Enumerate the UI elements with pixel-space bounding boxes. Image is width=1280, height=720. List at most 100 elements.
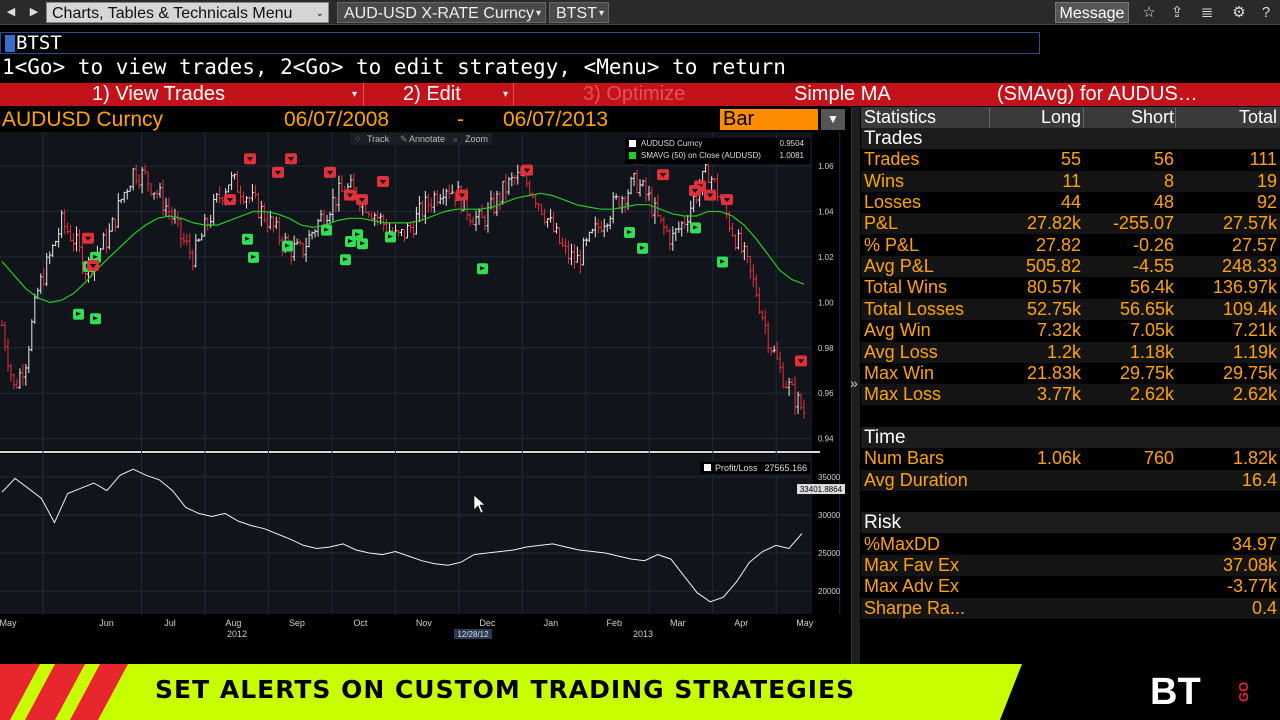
stat-label: % P&L [864, 234, 920, 255]
stats-row[interactable]: P&L 27.82k -255.07 27.57k [861, 213, 1280, 235]
chart-type-select[interactable]: Bar [720, 109, 818, 130]
stat-long: 44 [1060, 192, 1081, 213]
command-hint: 1<Go> to view trades, 2<Go> to edit stra… [2, 55, 786, 79]
x-tick-label: Feb [607, 618, 623, 628]
column-divider [1175, 107, 1176, 128]
stat-short: 29.75k [1119, 362, 1174, 383]
legend-swatch-sma [629, 152, 636, 159]
banner-text: SET ALERTS ON CUSTOM TRADING STRATEGIES [155, 675, 856, 704]
x-tick-label: Oct [353, 618, 368, 628]
pnl-legend: Profit/Loss 27565.166 [700, 462, 810, 474]
stat-total: 136.97k [1212, 277, 1277, 298]
stats-row[interactable]: Total Losses 52.75k 56.65k 109.4k [861, 298, 1280, 320]
function-dropdown[interactable]: BTST ▾ [549, 2, 609, 23]
edit-tab[interactable]: 2) Edit [403, 83, 461, 106]
stat-total: 27.57 [1231, 234, 1277, 255]
year-label: 2013 [633, 629, 653, 639]
stat-total: 92 [1256, 192, 1277, 213]
pnl-tick-label: 30000 [818, 511, 841, 520]
export-icon[interactable]: ⇪ [1167, 3, 1187, 22]
stats-row[interactable]: % P&L 27.82 -0.26 27.57 [861, 235, 1280, 256]
optimize-tab[interactable]: 3) Optimize [583, 83, 685, 106]
column-divider [989, 107, 990, 128]
stats-row[interactable]: Avg P&L 505.82 -4.55 248.33 [861, 256, 1280, 278]
zoom-tool[interactable]: Zoom [465, 133, 488, 145]
stat-total: 111 [1249, 149, 1277, 170]
chart-type-dropdown-button[interactable]: ▼ [821, 109, 845, 130]
x-tick-label: Apr [734, 618, 748, 628]
chart-symbol: AUDUSD Curncy [2, 108, 164, 131]
stats-row[interactable]: Wins 11 8 19 [861, 170, 1280, 192]
menu-dropdown[interactable]: Charts, Tables & Technicals Menu ⌄ [46, 2, 329, 23]
gear-icon[interactable]: ⚙ [1229, 3, 1249, 22]
col-statistics: Statistics [864, 107, 937, 127]
stats-row[interactable]: Sharpe Ra... 0.4 [861, 597, 1280, 619]
stats-row[interactable]: Avg Loss 1.2k 1.18k 1.19k [861, 341, 1280, 363]
bt-logo: BT [1150, 671, 1201, 713]
stats-row[interactable]: %MaxDD 34.97 [861, 534, 1280, 555]
section-time: Time [861, 426, 1280, 448]
stat-total: 27.57k [1222, 213, 1277, 234]
top-toolbar: ◀ ▶ Charts, Tables & Technicals Menu ⌄ A… [0, 0, 1280, 25]
stat-label: Max Win [864, 362, 935, 383]
stat-label: Avg Loss [864, 341, 938, 362]
security-dropdown[interactable]: AUD-USD X-RATE Curncy ▾ [337, 2, 546, 23]
star-icon[interactable]: ☆ [1139, 3, 1159, 22]
notes-icon[interactable]: ≣ [1197, 3, 1217, 22]
track-tool[interactable]: Track [367, 133, 389, 145]
stat-long: 27.82k [1026, 213, 1081, 234]
forward-arrow-icon[interactable]: ▶ [26, 4, 42, 20]
stat-long: 55 [1060, 149, 1081, 170]
help-icon[interactable]: ? [1256, 3, 1276, 22]
price-tick-label: 1.06 [818, 162, 834, 171]
stat-short: -0.26 [1132, 234, 1174, 255]
statistics-panel: Statistics Long Short Total Trades Trades… [861, 107, 1280, 664]
stat-short: 8 [1163, 170, 1174, 191]
stat-total: 248.33 [1221, 256, 1277, 277]
stat-label: Losses [864, 192, 922, 213]
pnl-tick-label: 35000 [818, 473, 841, 482]
stats-row[interactable]: Avg Win 7.32k 7.05k 7.21k [861, 320, 1280, 341]
pnl-tick-label: 20000 [818, 587, 841, 596]
stats-header: Statistics Long Short Total [861, 107, 1280, 128]
stat-label: P&L [864, 213, 899, 234]
stats-row[interactable]: Losses 44 48 92 [861, 192, 1280, 213]
stats-row[interactable]: Max Adv Ex -3.77k [861, 576, 1280, 597]
stats-row[interactable]: Total Wins 80.57k 56.4k 136.97k [861, 277, 1280, 298]
stats-row[interactable]: Max Fav Ex 37.08k [861, 555, 1280, 576]
price-tick-label: 0.94 [818, 435, 834, 444]
stat-total: 0.4 [1251, 597, 1277, 618]
annotate-tool[interactable]: Annotate [409, 133, 445, 145]
stat-total: -3.77k [1226, 576, 1277, 597]
stat-total: 16.4 [1241, 469, 1277, 490]
stats-row[interactable]: Avg Duration 16.4 [861, 469, 1280, 491]
stat-long: 1.06k [1036, 448, 1081, 469]
stats-row[interactable]: Max Loss 3.77k 2.62k 2.62k [861, 384, 1280, 406]
start-date-field[interactable]: 06/07/2008 [284, 107, 389, 132]
stats-row[interactable]: Trades 55 56 111 [861, 149, 1280, 170]
x-tick-label: Sep [289, 618, 305, 628]
back-arrow-icon[interactable]: ◀ [3, 4, 19, 20]
command-input[interactable]: BTST [0, 32, 1040, 54]
promo-banner: BT GO SET ALERTS ON CUSTOM TRADING STRAT… [0, 664, 1280, 720]
chart-area[interactable]: May Jun Jul Aug Sep Oct Nov Dec Jan Feb Mar Apr May 1… [0, 132, 850, 644]
stat-long: 21.83k [1026, 362, 1081, 383]
stats-row[interactable]: Max Win 21.83k 29.75k 29.75k [861, 363, 1280, 384]
price-tick-label: 0.98 [818, 344, 834, 353]
end-date-field[interactable]: 06/07/2013 [503, 107, 608, 132]
stat-long: 52.75k [1026, 298, 1081, 319]
double-chevron-icon[interactable]: » [850, 375, 858, 391]
caret-down-icon: ▾ [352, 89, 358, 100]
price-panel-bg [0, 132, 812, 450]
menu-divider [363, 83, 364, 106]
x-tick-label: Jul [164, 618, 176, 628]
chevron-down-icon: ⌄ [315, 8, 324, 19]
message-button[interactable]: Message [1055, 2, 1129, 23]
view-trades-tab[interactable]: 1) View Trades [92, 83, 225, 106]
stat-label: %MaxDD [864, 533, 941, 554]
stat-total: 109.4k [1222, 298, 1277, 319]
stats-row[interactable]: Num Bars 1.06k 760 1.82k [861, 448, 1280, 469]
stat-total: 1.19k [1232, 341, 1277, 362]
caret-down-icon: ▾ [598, 8, 604, 19]
x-tick-label: Aug [225, 618, 241, 628]
